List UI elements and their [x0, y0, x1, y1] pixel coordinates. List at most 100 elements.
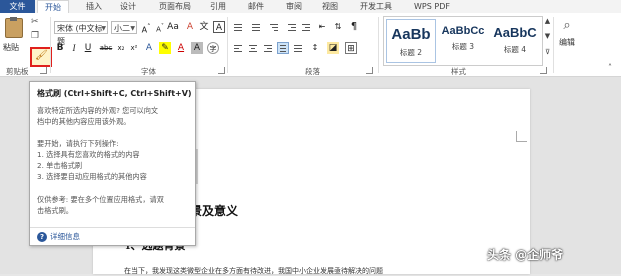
ribbon: 粘贴 ✂ ❐ 🖌 剪贴板 宋体 (中文标题 ▼ 小二 ▼ A˄ A˅ Aa A 文 … [0, 13, 621, 77]
tooltip-help-link[interactable]: ? 详细信息 [37, 231, 80, 242]
tab-references[interactable]: 引用 [206, 0, 230, 13]
paste-label: 粘贴 [3, 43, 19, 52]
multilevel-list-icon[interactable] [268, 21, 280, 33]
line-spacing-icon[interactable]: ↕ [309, 42, 321, 54]
clear-format-icon[interactable]: A [184, 21, 196, 33]
divider [227, 17, 228, 73]
collapse-ribbon-icon[interactable]: ˄ [608, 63, 612, 72]
styles-gallery: AaBb 标题 2 AaBbCc 标题 3 AaBbC 标题 4 [383, 16, 543, 66]
tooltip-desc-2: 档中的其他内容应用该外观。 [37, 117, 131, 126]
format-painter-button[interactable]: 🖌 [30, 47, 52, 67]
help-icon: ? [37, 232, 47, 242]
align-left-icon[interactable] [232, 42, 244, 54]
paragraph-group-label: 段落 [305, 67, 320, 76]
styles-scroll-up-icon[interactable]: ▲ [543, 17, 552, 31]
font-group-label: 字体 [141, 67, 156, 76]
text-effects-icon[interactable]: A [143, 42, 155, 54]
superscript-button[interactable]: x² [128, 42, 140, 54]
style-name: 标题 3 [451, 42, 475, 51]
font-size-combo[interactable]: 小二 ▼ [111, 21, 137, 34]
paragraph-launcher[interactable] [366, 67, 373, 74]
help-link-label: 详细信息 [50, 232, 80, 241]
tab-page-layout[interactable]: 页面布局 [155, 0, 195, 13]
sort-icon[interactable]: ⇅ [332, 21, 344, 33]
char-shading-icon[interactable]: A [191, 42, 203, 54]
doc-body-text: 在当下，我发现这类微型企业在多方面有待改进，我国中小企业发展亟待解决的问题 [124, 267, 383, 275]
styles-scroll-down-icon[interactable]: ▼ [543, 32, 552, 46]
divider [30, 227, 195, 228]
tab-design[interactable]: 设计 [116, 0, 140, 13]
clipboard-launcher[interactable] [40, 67, 47, 74]
tab-wps-pdf[interactable]: WPS PDF [408, 0, 456, 13]
borders-icon[interactable]: ⊞ [345, 42, 357, 54]
tooltip-step-3: 3. 选择要自动应用格式的其他内容 [37, 172, 147, 181]
chinese-layout-icon[interactable]: ⇤ [316, 21, 328, 33]
font-size-value: 小二 [114, 24, 130, 33]
shading-icon[interactable]: ◪ [327, 42, 339, 54]
change-case-icon[interactable]: Aa [167, 21, 179, 33]
style-sample: AaBbCc [441, 25, 485, 37]
show-marks-icon[interactable]: ¶ [348, 21, 360, 33]
style-heading-2[interactable]: AaBb 标题 2 [386, 19, 436, 63]
tab-file[interactable]: 文件 [0, 0, 35, 13]
tooltip-desc-1: 喜欢特定所选内容的外观? 您可以向文 [37, 106, 159, 115]
margin-mark [516, 131, 527, 142]
tab-developer[interactable]: 开发工具 [355, 0, 397, 13]
subscript-button[interactable]: x₂ [115, 42, 127, 54]
style-name: 标题 2 [399, 48, 423, 57]
tab-review[interactable]: 审阅 [282, 0, 306, 13]
shrink-font-icon[interactable]: A˅ [154, 21, 166, 33]
numbering-icon[interactable] [250, 21, 262, 33]
tooltip-start: 要开始，请执行下列操作: [37, 139, 119, 148]
decrease-indent-icon[interactable] [286, 21, 298, 33]
style-sample: AaBbC [493, 25, 537, 40]
cut-icon[interactable]: ✂ [31, 17, 43, 27]
editing-button[interactable]: ⌕ 编辑 [556, 18, 578, 64]
align-center-icon[interactable] [247, 42, 259, 54]
divider [553, 17, 554, 73]
tab-insert[interactable]: 插入 [82, 0, 106, 13]
grow-font-icon[interactable]: A˄ [140, 21, 152, 35]
chevron-down-icon: ▼ [101, 25, 106, 32]
tooltip-title: 格式刷 (Ctrl+Shift+C, Ctrl+Shift+V) [37, 89, 192, 98]
tooltip-step-1: 1. 选择具有您喜欢的格式的内容 [37, 150, 140, 159]
phonetic-guide-icon[interactable]: 文 [198, 21, 210, 33]
style-heading-3[interactable]: AaBbCc 标题 3 [438, 19, 488, 63]
paste-button[interactable]: 粘贴 [3, 16, 25, 52]
clipboard-group-label: 剪贴板 [6, 67, 29, 76]
styles-group-label: 样式 [451, 67, 466, 76]
style-name: 标题 4 [503, 45, 527, 54]
strikethrough-button[interactable]: abc [99, 42, 113, 54]
style-heading-4[interactable]: AaBbC 标题 4 [490, 19, 540, 63]
tooltip-tip-2: 击格式刷。 [37, 206, 73, 215]
highlight-icon[interactable]: ✎ [159, 42, 171, 54]
italic-button[interactable]: I [68, 42, 80, 54]
styles-more-icon[interactable]: ⊽ [543, 48, 552, 62]
tab-home[interactable]: 开始 [37, 0, 69, 14]
copy-icon[interactable]: ❐ [31, 31, 43, 41]
underline-button[interactable]: U [82, 42, 94, 54]
format-painter-tooltip: 格式刷 (Ctrl+Shift+C, Ctrl+Shift+V) 喜欢特定所选内… [29, 81, 196, 246]
align-right-icon[interactable] [262, 42, 274, 54]
clipboard-icon [5, 17, 23, 38]
font-launcher[interactable] [218, 67, 225, 74]
char-border-icon[interactable]: A [213, 21, 225, 33]
watermark: 头条 @企师爷 [487, 248, 564, 262]
style-sample: AaBb [391, 26, 431, 43]
increase-indent-icon[interactable] [300, 21, 312, 33]
justify-icon[interactable] [277, 42, 289, 54]
bold-button[interactable]: B [54, 42, 66, 54]
tab-view[interactable]: 视图 [318, 0, 342, 13]
enclose-char-icon[interactable]: 字 [207, 42, 219, 54]
chevron-down-icon: ▼ [130, 25, 135, 32]
bullets-icon[interactable] [232, 21, 244, 33]
tab-mailings[interactable]: 邮件 [244, 0, 268, 13]
distributed-icon[interactable] [292, 42, 304, 54]
font-color-button[interactable]: A [175, 42, 187, 54]
paintbrush-icon: 🖌 [35, 50, 48, 61]
styles-launcher[interactable] [540, 67, 547, 74]
font-name-combo[interactable]: 宋体 (中文标题 ▼ [54, 21, 108, 46]
tooltip-tip-1: 仅供参考: 要在多个位置应用格式，请双 [37, 195, 164, 204]
editing-label: 编辑 [559, 38, 575, 47]
divider [50, 17, 51, 73]
